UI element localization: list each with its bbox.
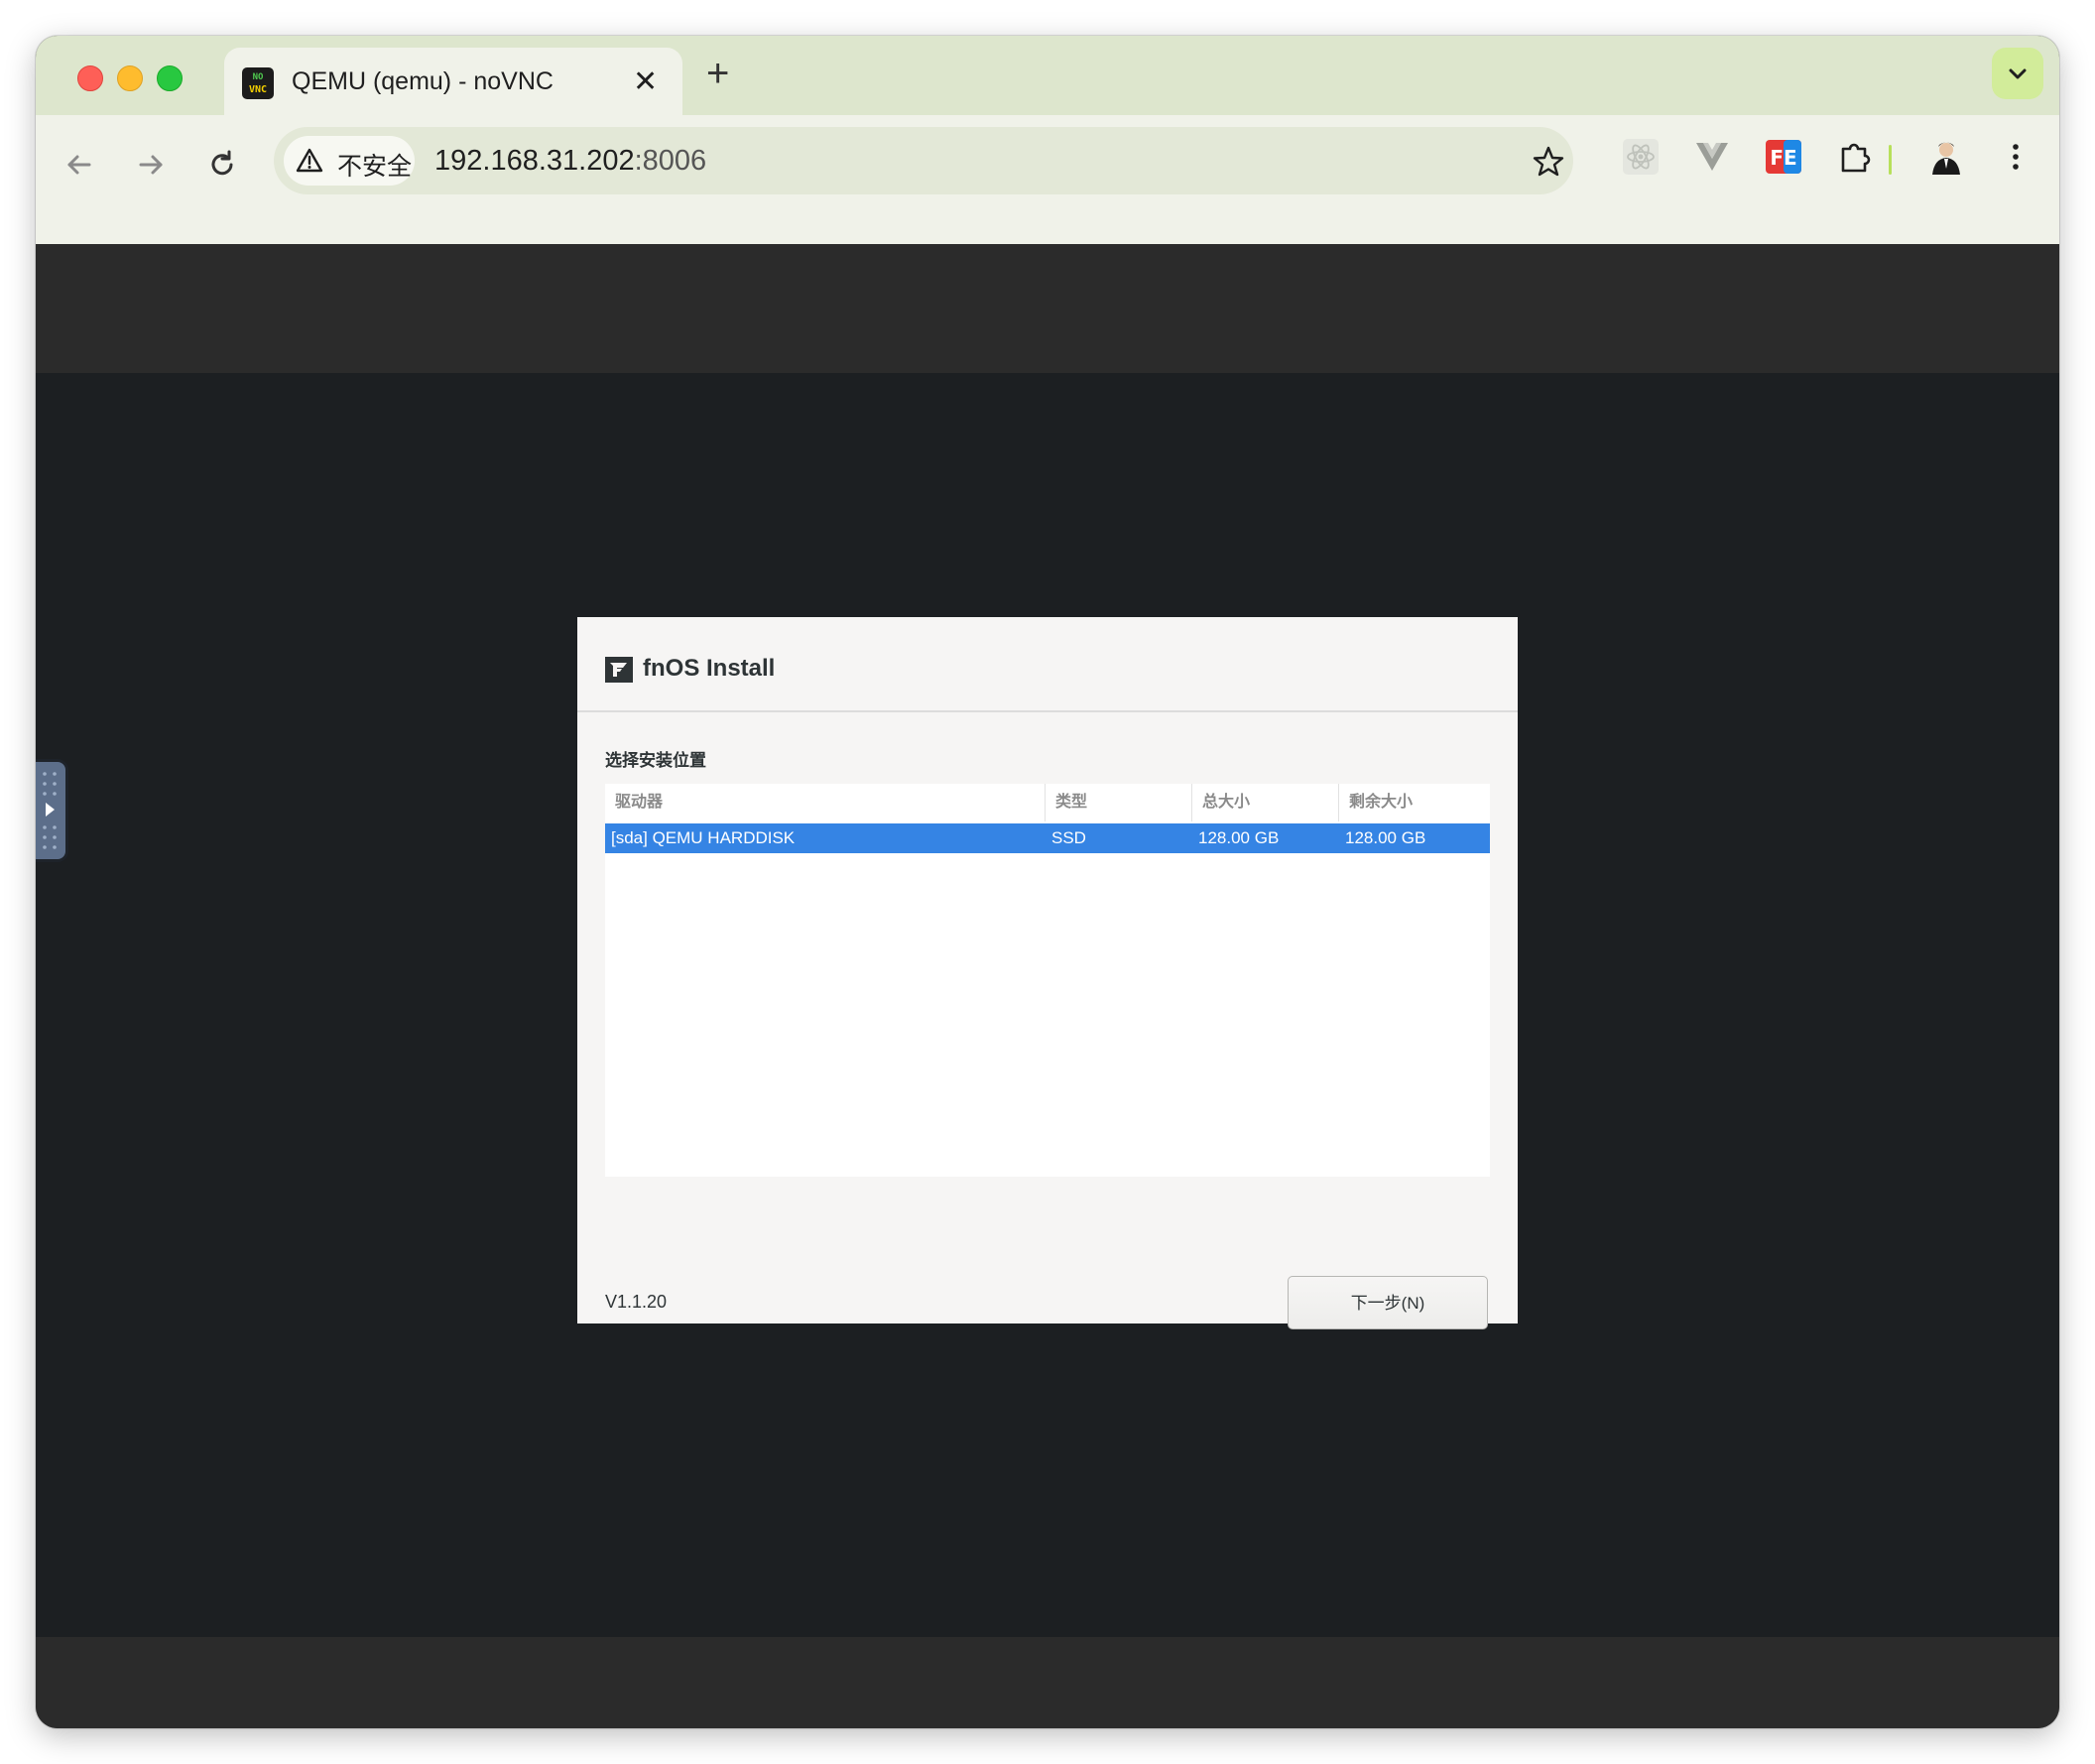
new-tab-button[interactable]: + [706,54,729,93]
fnos-logo-icon [605,657,633,683]
fullscreen-window-button[interactable] [157,65,183,91]
table-row[interactable]: [sda] QEMU HARDDISK SSD 128.00 GB 128.00… [605,823,1490,853]
vue-devtools-icon[interactable] [1692,137,1732,177]
drive-type-cell: SSD [1051,828,1086,847]
close-window-button[interactable] [77,65,103,91]
drive-table-header: 驱动器 类型 总大小 剩余大小 [605,784,1490,821]
column-header-type[interactable]: 类型 [1046,784,1192,821]
version-label: V1.1.20 [605,1292,668,1312]
novnc-bottom-area [36,1637,2059,1728]
forward-arrow-icon[interactable] [131,145,171,185]
browser-toolbar: 不安全 192.168.31.202:8006 FE [36,115,2059,244]
novnc-control-bar-handle[interactable] [36,762,65,859]
tab-search-chevron-icon [2009,68,2027,79]
drive-table[interactable]: 驱动器 类型 总大小 剩余大小 [sda] QEMU HARDDISK SSD … [605,784,1490,1177]
toolbar-divider [1889,145,1892,175]
tab-close-icon[interactable]: ✕ [633,65,658,99]
extensions-puzzle-icon[interactable] [1835,137,1875,177]
svg-text:FE: FE [1770,146,1796,170]
warning-icon [296,148,323,173]
minimize-window-button[interactable] [117,65,143,91]
security-label: 不安全 [337,153,413,181]
reload-icon[interactable] [202,145,242,185]
dialog-header: fnOS Install [577,617,1518,712]
back-arrow-icon[interactable] [60,145,99,185]
install-location-heading: 选择安装位置 [605,751,706,770]
next-button[interactable]: 下一步(N) [1288,1276,1488,1329]
installer-dialog: fnOS Install 选择安装位置 驱动器 类型 总大小 剩余大小 [sda… [577,617,1518,1329]
novnc-top-area [36,244,2059,373]
tab-search-button[interactable] [1992,48,2043,99]
fe-extension-icon[interactable]: FE [1764,137,1803,177]
drive-total-cell: 128.00 GB [1198,828,1280,847]
column-header-free-size[interactable]: 剩余大小 [1339,784,1490,821]
drive-free-cell: 128.00 GB [1345,828,1426,847]
column-header-drive[interactable]: 驱动器 [605,784,1046,821]
tab-title: QEMU (qemu) - noVNC [292,67,554,95]
url-text[interactable]: 192.168.31.202:8006 [434,145,706,178]
tab-qemu-novnc[interactable]: NO VNC QEMU (qemu) - noVNC ✕ [224,48,682,119]
address-bar[interactable]: 不安全 192.168.31.202:8006 [274,127,1573,194]
more-menu-icon[interactable] [1996,137,2035,177]
control-bar-toggle-icon [43,772,57,849]
dialog-title: fnOS Install [643,655,776,682]
column-header-total-size[interactable]: 总大小 [1192,784,1339,821]
profile-avatar-icon[interactable] [1924,135,1968,179]
browser-window: NO VNC QEMU (qemu) - noVNC ✕ + 不安全 192.1… [36,36,2059,1728]
tab-strip: NO VNC QEMU (qemu) - noVNC ✕ + [36,36,2059,119]
react-devtools-icon[interactable] [1621,137,1661,177]
bookmark-star-icon[interactable] [1532,145,1565,179]
security-chip[interactable]: 不安全 [284,136,415,186]
novnc-favicon-icon: NO VNC [242,67,274,99]
drive-name-cell: [sda] QEMU HARDDISK [611,828,796,847]
